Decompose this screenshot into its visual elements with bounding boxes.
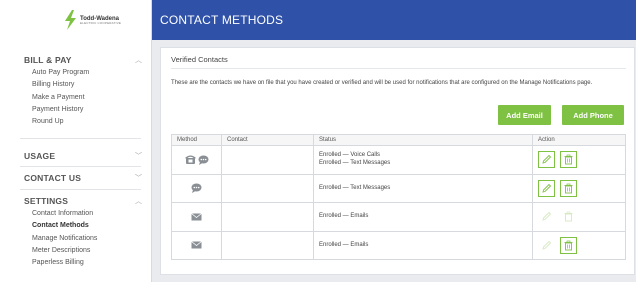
nav-header-settings[interactable]: SETTINGS ︿ [0, 194, 152, 208]
page-title: CONTACT METHODS [160, 13, 284, 27]
add-phone-button[interactable]: Add Phone [562, 105, 624, 125]
email-icon [191, 241, 202, 249]
method-cell [171, 230, 222, 260]
nav-header-label: SETTINGS [24, 196, 69, 206]
sidebar-item-round-up[interactable]: Round Up [0, 116, 152, 128]
sidebar-item-make-a-payment[interactable]: Make a Payment [0, 92, 152, 104]
nav-section-contact-us: CONTACT US ﹀ [0, 171, 152, 185]
status-text: Enrolled — Voice Calls [319, 152, 381, 159]
method-cell [171, 202, 222, 232]
nav-header-usage[interactable]: USAGE ﹀ [0, 149, 152, 163]
chevron-up-icon: ︿ [135, 57, 142, 64]
status-cell: Enrolled — Voice Calls Enrolled — Text M… [313, 145, 533, 175]
edit-button[interactable] [538, 151, 555, 169]
sidebar-item-meter-descriptions[interactable]: Meter Descriptions [0, 245, 152, 257]
phone-icon [184, 155, 196, 165]
action-cell [532, 173, 626, 203]
action-cell [532, 230, 626, 260]
nav-divider [20, 189, 141, 190]
status-text: Enrolled — Emails [319, 241, 369, 248]
lightning-bolt-icon [65, 10, 76, 30]
method-cell [171, 145, 222, 175]
nav-header-bill-pay[interactable]: BILL & PAY ︿ [0, 53, 152, 67]
sidebar: Todd-Wadena ELECTRIC COOPERATIVE BILL & … [0, 0, 152, 282]
nav-section-usage: USAGE ﹀ [0, 149, 152, 163]
sidebar-item-contact-methods[interactable]: Contact Methods [0, 220, 152, 232]
page-header: CONTACT METHODS [152, 0, 636, 40]
status-cell: Enrolled — Emails [313, 230, 533, 260]
contact-cell [221, 230, 314, 260]
nav-divider [20, 138, 141, 139]
sidebar-item-billing-history[interactable]: Billing History [0, 79, 152, 91]
table-row: Enrolled — Voice Calls Enrolled — Text M… [171, 145, 626, 175]
card-title: Verified Contacts [171, 55, 228, 64]
pencil-icon [542, 240, 552, 250]
status-text: Enrolled — Emails [319, 213, 369, 219]
sidebar-item-auto-pay-program[interactable]: Auto Pay Program [0, 67, 152, 79]
nav-divider [20, 166, 141, 167]
card-divider [171, 68, 626, 69]
edit-button-disabled [538, 236, 555, 254]
trash-icon [564, 154, 573, 165]
status-cell: Enrolled — Emails [313, 202, 533, 232]
method-cell [171, 173, 222, 203]
column-header-method: Method [171, 134, 222, 146]
column-header-contact: Contact [221, 134, 314, 146]
nav-section-bill-pay: BILL & PAY ︿ Auto Pay Program Billing Hi… [0, 53, 152, 128]
nav-header-label: USAGE [24, 151, 56, 161]
add-email-button[interactable]: Add Email [498, 105, 551, 125]
pencil-icon [542, 183, 552, 193]
contact-cell [221, 202, 314, 232]
action-cell [532, 202, 626, 232]
edit-button-disabled [538, 208, 555, 226]
status-text: Enrolled — Text Messages [319, 159, 391, 166]
nav-header-label: BILL & PAY [24, 55, 72, 65]
trash-icon [564, 211, 573, 222]
sidebar-item-paperless-billing[interactable]: Paperless Billing [0, 257, 152, 269]
status-text: Enrolled — Text Messages [319, 184, 391, 191]
table-row: Enrolled — Text Messages [171, 173, 626, 203]
nav-section-settings: SETTINGS ︿ Contact Information Contact M… [0, 194, 152, 269]
column-header-action: Action [532, 134, 626, 146]
contact-cell [221, 173, 314, 203]
contact-cell [221, 145, 314, 175]
column-header-status: Status [313, 134, 533, 146]
chevron-down-icon: ﹀ [135, 153, 142, 160]
table-row: Enrolled — Emails [171, 230, 626, 260]
chat-icon [191, 183, 202, 194]
edit-button[interactable] [538, 179, 555, 197]
nav-header-label: CONTACT US [24, 173, 82, 183]
brand-subtitle: ELECTRIC COOPERATIVE [80, 20, 122, 25]
sidebar-item-manage-notifications[interactable]: Manage Notifications [0, 233, 152, 245]
table-header-row: Method Contact Status Action [171, 134, 626, 146]
status-cell: Enrolled — Text Messages [313, 173, 533, 203]
card-description: These are the contacts we have on file t… [171, 80, 593, 86]
delete-button[interactable] [560, 151, 577, 169]
email-icon [191, 212, 202, 221]
table-row: Enrolled — Emails [171, 202, 626, 232]
delete-button-disabled [560, 208, 577, 226]
pencil-icon [542, 155, 552, 164]
chevron-up-icon: ︿ [135, 198, 142, 205]
action-cell [532, 145, 626, 175]
verified-contacts-card: Verified Contacts These are the contacts… [160, 47, 635, 275]
sidebar-item-contact-information[interactable]: Contact Information [0, 208, 152, 220]
trash-icon [564, 183, 573, 194]
delete-button[interactable] [560, 236, 577, 254]
delete-button[interactable] [560, 179, 577, 197]
pencil-icon [542, 212, 552, 221]
nav-header-contact-us[interactable]: CONTACT US ﹀ [0, 171, 152, 185]
chat-icon [198, 155, 209, 165]
brand-logo[interactable]: Todd-Wadena ELECTRIC COOPERATIVE [0, 0, 151, 40]
sidebar-item-payment-history[interactable]: Payment History [0, 104, 152, 116]
contacts-table: Method Contact Status Action Enrolled — … [171, 134, 626, 260]
trash-icon [564, 240, 573, 251]
chevron-down-icon: ﹀ [135, 175, 142, 182]
